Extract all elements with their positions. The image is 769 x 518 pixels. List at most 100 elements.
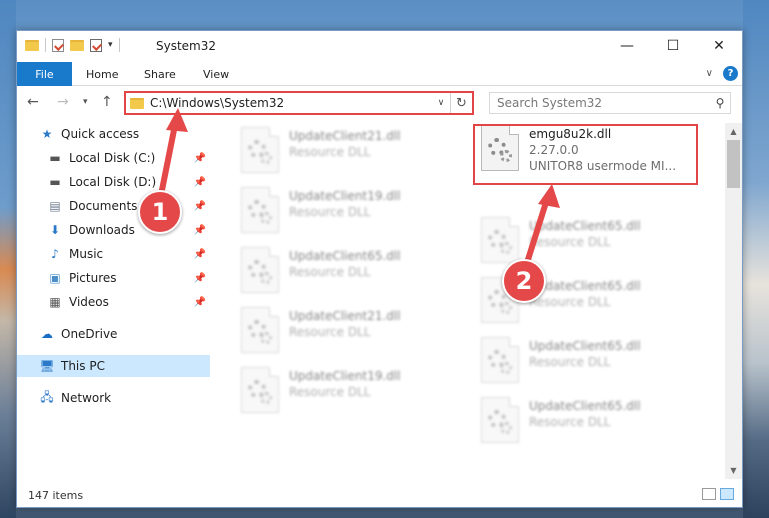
navigation-bar: ← → ▾ ↑ C:\Windows\System32 ∨ ↻ Search S…: [17, 87, 742, 119]
close-button[interactable]: ✕: [696, 31, 742, 61]
list-item[interactable]: UpdateClient21.dll Resource DLL: [241, 127, 471, 177]
pin-icon[interactable]: 📌: [194, 273, 206, 284]
computer-icon: 🖥: [39, 359, 55, 373]
list-item[interactable]: UpdateClient65.dll Resource DLL: [481, 337, 711, 387]
file-type: Resource DLL: [529, 235, 611, 249]
dll-file-icon: [481, 337, 519, 383]
tab-view[interactable]: View: [203, 62, 229, 86]
file-name: UpdateClient21.dll: [289, 309, 401, 323]
view-toggle: [702, 488, 734, 500]
sidebar-item-local-disk-d[interactable]: ▬ Local Disk (D:) 📌: [17, 171, 210, 193]
file-name: UpdateClient21.dll: [289, 129, 401, 143]
folder-icon: [130, 97, 144, 109]
sidebar-item-label: Local Disk (D:): [69, 175, 157, 189]
sidebar-item-downloads[interactable]: ⬇ Downloads 📌: [17, 219, 210, 241]
tab-share[interactable]: Share: [144, 62, 176, 86]
search-box[interactable]: Search System32 ⚲: [489, 92, 731, 114]
step-badge-1: 1: [138, 190, 182, 234]
pin-icon[interactable]: 📌: [194, 201, 206, 212]
title-bar: ▾ System32 — ☐ ✕: [17, 31, 742, 62]
file-type: Resource DLL: [529, 415, 611, 429]
pin-icon[interactable]: 📌: [194, 297, 206, 308]
search-input[interactable]: Search System32: [497, 96, 710, 110]
tab-file[interactable]: File: [17, 62, 72, 86]
file-type: Resource DLL: [529, 295, 611, 309]
tiles-view-icon[interactable]: [720, 488, 734, 500]
customize-icon[interactable]: [90, 38, 102, 52]
dll-file-icon: [241, 187, 279, 233]
pin-icon[interactable]: 📌: [194, 153, 206, 164]
sidebar-item-quick-access[interactable]: ★ Quick access: [17, 123, 210, 145]
properties-icon[interactable]: [52, 38, 64, 52]
sidebar-item-local-disk-c[interactable]: ▬ Local Disk (C:) 📌: [17, 147, 210, 169]
sidebar-item-this-pc[interactable]: 🖥 This PC: [17, 355, 210, 377]
item-count: 147 items: [28, 488, 84, 502]
list-item[interactable]: UpdateClient65.dll Resource DLL: [481, 397, 711, 447]
qat-dropdown-icon[interactable]: ▾: [108, 40, 113, 50]
pin-icon[interactable]: 📌: [194, 177, 206, 188]
highlight-box: [473, 124, 698, 185]
folder-icon: [25, 39, 39, 51]
dll-file-icon: [241, 307, 279, 353]
maximize-button[interactable]: ☐: [650, 31, 696, 61]
file-type: Resource DLL: [289, 385, 371, 399]
scroll-up-icon[interactable]: ▲: [725, 123, 742, 140]
address-dropdown-icon[interactable]: ∨: [432, 98, 450, 108]
search-icon[interactable]: ⚲: [710, 96, 730, 110]
window-controls: — ☐ ✕: [604, 31, 742, 61]
ribbon-tabs: File Home Share View ∨ ?: [17, 62, 742, 86]
list-item[interactable]: UpdateClient19.dll Resource DLL: [241, 367, 471, 417]
documents-icon: ▤: [49, 199, 61, 213]
minimize-button[interactable]: —: [604, 31, 650, 61]
sidebar-item-videos[interactable]: ▦ Videos 📌: [17, 291, 210, 313]
up-arrow-icon[interactable]: ↑: [101, 94, 113, 110]
sidebar-item-label: Videos: [69, 295, 109, 309]
file-type: Resource DLL: [529, 355, 611, 369]
pictures-icon: ▣: [49, 271, 61, 285]
list-item[interactable]: UpdateClient21.dll Resource DLL: [241, 307, 471, 357]
sidebar-item-label: Music: [69, 247, 104, 261]
help-icon[interactable]: ?: [723, 66, 738, 81]
sidebar-item-music[interactable]: ♪ Music 📌: [17, 243, 210, 265]
dll-file-icon: [241, 367, 279, 413]
sidebar-item-network[interactable]: 🖧 Network: [17, 387, 210, 409]
file-type: Resource DLL: [289, 325, 371, 339]
new-folder-icon[interactable]: [70, 39, 84, 51]
star-icon: ★: [41, 127, 53, 141]
file-name: UpdateClient65.dll: [529, 219, 641, 233]
address-path[interactable]: C:\Windows\System32: [150, 96, 432, 110]
list-item[interactable]: UpdateClient65.dll Resource DLL: [241, 247, 471, 297]
forward-arrow-icon[interactable]: →: [57, 94, 69, 110]
scroll-down-icon[interactable]: ▼: [725, 462, 742, 479]
toolbar-divider: [118, 38, 120, 52]
sidebar-item-label: Local Disk (C:): [69, 151, 156, 165]
address-bar[interactable]: C:\Windows\System32 ∨ ↻: [124, 91, 474, 115]
tab-home[interactable]: Home: [86, 62, 118, 86]
recent-locations-icon[interactable]: ▾: [83, 97, 88, 107]
drive-icon: ▬: [49, 151, 61, 165]
pin-icon[interactable]: 📌: [194, 249, 206, 260]
file-name: UpdateClient65.dll: [289, 249, 401, 263]
back-arrow-icon[interactable]: ←: [27, 94, 39, 110]
sidebar-item-label: Downloads: [69, 223, 135, 237]
drive-icon: ▬: [49, 175, 61, 189]
file-type: Resource DLL: [289, 205, 371, 219]
sidebar-item-label: Documents: [69, 199, 138, 213]
scroll-thumb[interactable]: [727, 140, 740, 188]
sidebar-item-pictures[interactable]: ▣ Pictures 📌: [17, 267, 210, 289]
vertical-scrollbar[interactable]: ▲ ▼: [725, 123, 742, 479]
file-type: Resource DLL: [289, 265, 371, 279]
file-name: UpdateClient65.dll: [529, 399, 641, 413]
navigation-pane: ★ Quick access ▬ Local Disk (C:) 📌 ▬ Loc…: [17, 123, 210, 478]
music-icon: ♪: [51, 247, 59, 261]
details-view-icon[interactable]: [702, 488, 716, 500]
toolbar-divider: [45, 38, 46, 52]
sidebar-item-onedrive[interactable]: ☁ OneDrive: [17, 323, 210, 345]
pin-icon[interactable]: 📌: [194, 225, 206, 236]
ribbon-controls: ∨ ?: [706, 66, 738, 81]
network-icon: 🖧: [40, 389, 54, 404]
list-item[interactable]: UpdateClient19.dll Resource DLL: [241, 187, 471, 237]
expand-ribbon-icon[interactable]: ∨: [706, 68, 713, 79]
refresh-icon[interactable]: ↻: [450, 93, 472, 113]
quick-access-toolbar: ▾: [25, 38, 120, 52]
